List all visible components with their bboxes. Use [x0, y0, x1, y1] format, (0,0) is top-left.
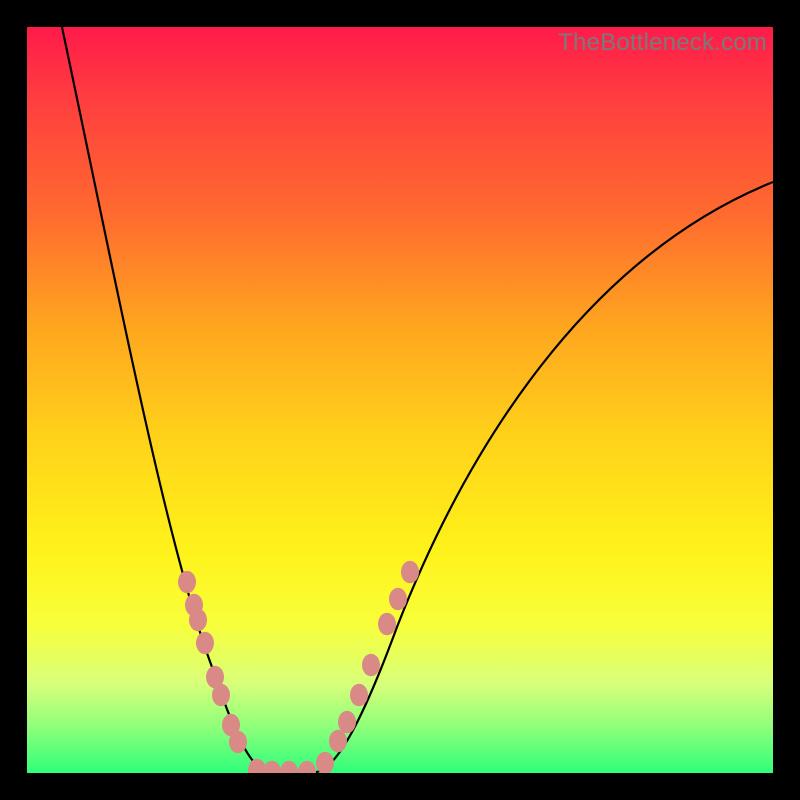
data-dot	[196, 632, 214, 655]
data-dot	[280, 761, 298, 773]
data-dot	[329, 730, 347, 753]
data-dot	[378, 613, 396, 636]
data-dot	[362, 654, 380, 677]
right-curve	[292, 182, 773, 772]
data-dot	[178, 571, 196, 594]
data-dot	[316, 752, 334, 773]
data-dot	[298, 761, 316, 773]
data-dot	[401, 561, 419, 584]
data-dot	[389, 588, 407, 611]
data-dot	[350, 684, 368, 707]
data-dot	[189, 609, 207, 632]
chart-svg	[27, 27, 773, 773]
data-dot	[263, 761, 281, 773]
curve-group	[62, 27, 773, 772]
plot-area: TheBottleneck.com	[27, 27, 773, 773]
chart-frame: TheBottleneck.com	[0, 0, 800, 800]
left-curve	[62, 27, 292, 772]
data-dot	[229, 731, 247, 754]
data-dot	[212, 684, 230, 707]
data-dot	[338, 711, 356, 734]
